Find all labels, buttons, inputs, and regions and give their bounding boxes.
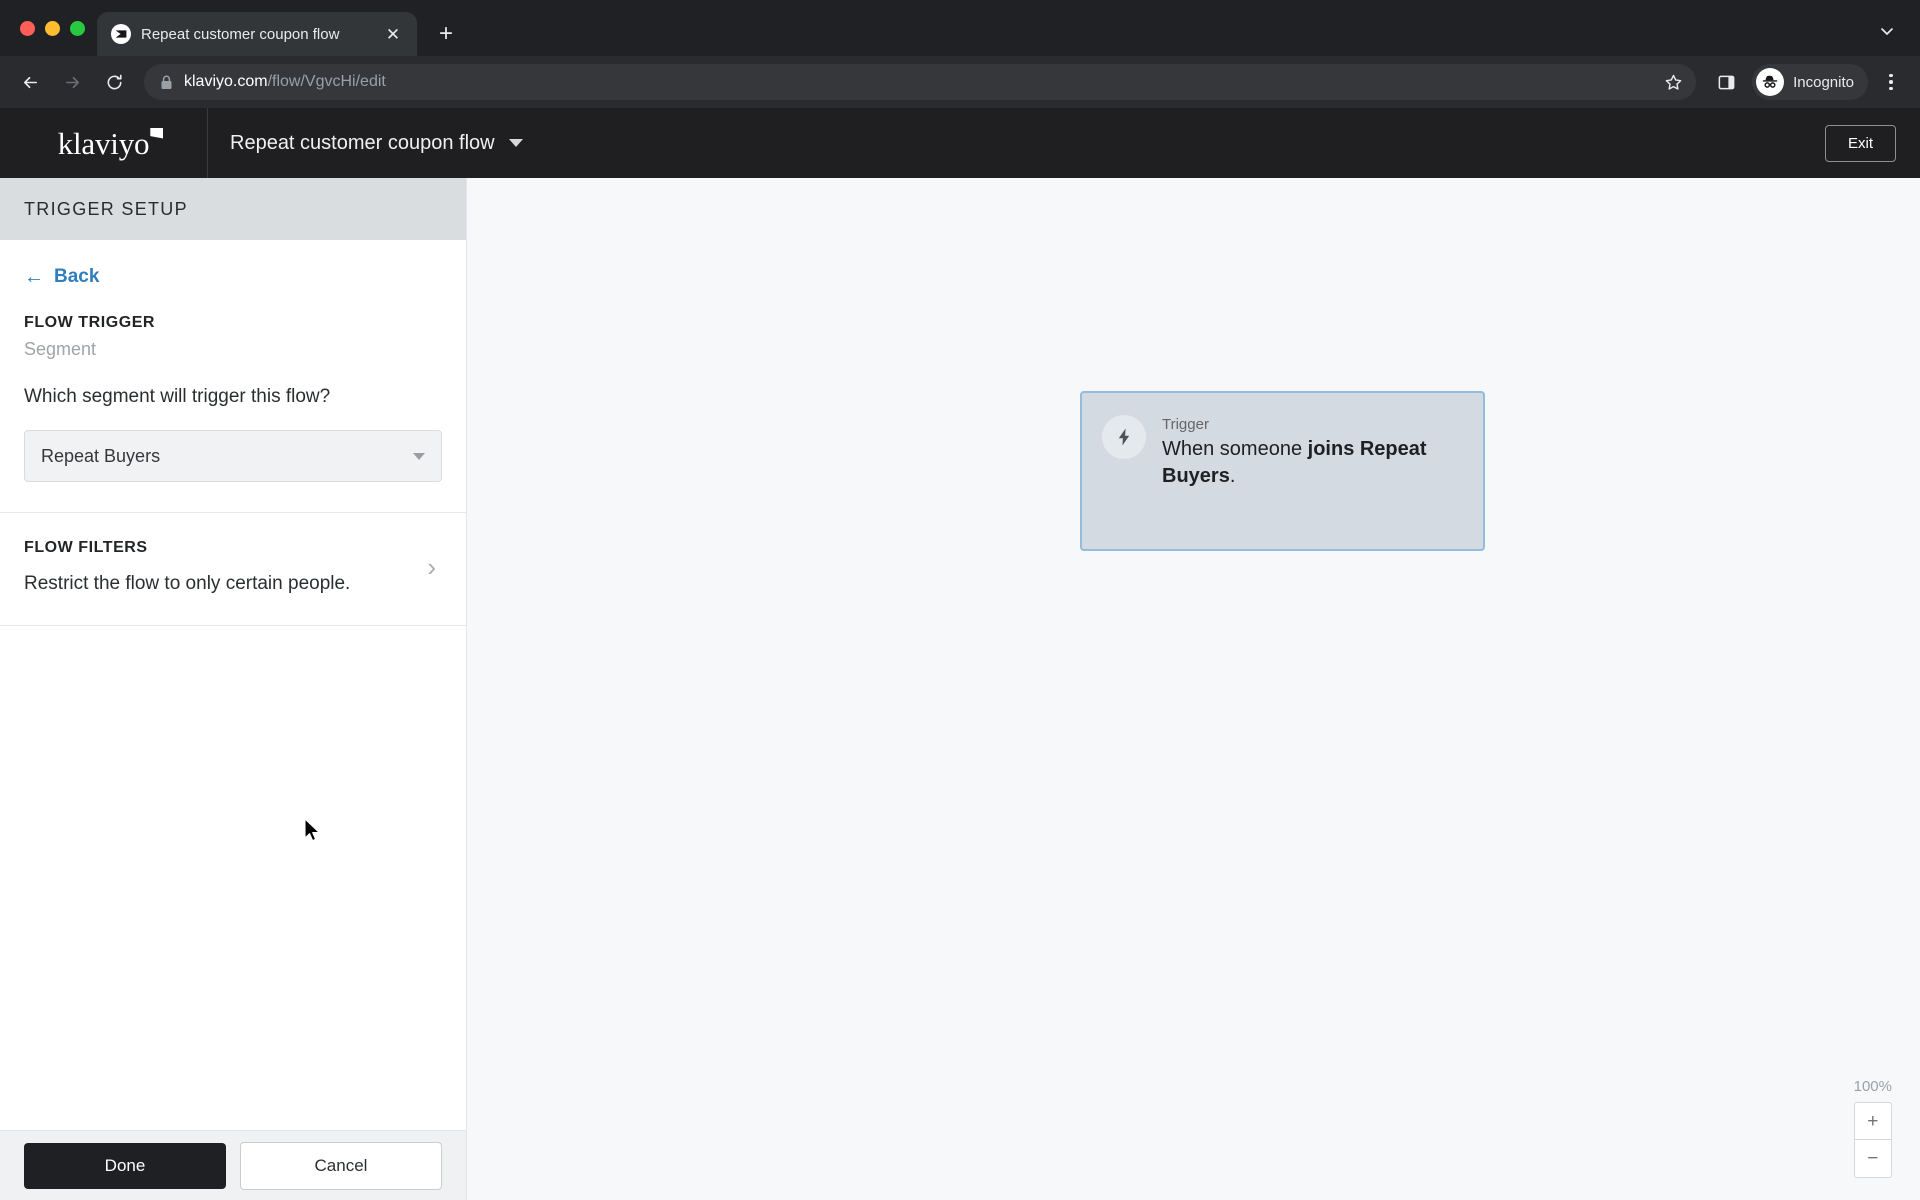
flow-filters-text: FLOW FILTERS Restrict the flow to only c… bbox=[24, 539, 427, 595]
klaviyo-logo[interactable]: klaviyo bbox=[0, 108, 208, 178]
flow-canvas[interactable]: Trigger When someone joins Repeat Buyers… bbox=[467, 178, 1920, 1200]
side-panel-icon[interactable] bbox=[1708, 64, 1744, 100]
zoom-out-button[interactable]: − bbox=[1853, 1140, 1892, 1178]
flow-trigger-section: ← Back FLOW TRIGGER Segment Which segmen… bbox=[0, 240, 466, 513]
trigger-card-sentence: When someone joins Repeat Buyers. bbox=[1162, 436, 1437, 490]
app-header-actions: Exit bbox=[1824, 108, 1920, 178]
trigger-sentence-suffix: . bbox=[1229, 465, 1236, 487]
page-content: klaviyo Repeat customer coupon flow Exit… bbox=[0, 108, 1920, 1200]
incognito-icon bbox=[1756, 68, 1785, 96]
cancel-button[interactable]: Cancel bbox=[240, 1141, 442, 1190]
zoom-in-button[interactable]: + bbox=[1853, 1102, 1892, 1140]
zoom-controls: 100% + − bbox=[1854, 1078, 1892, 1178]
browser-toolbar: klaviyo.com/flow/VgvcHi/edit Incognito bbox=[0, 56, 1920, 108]
trigger-sentence-prefix: When someone bbox=[1162, 438, 1308, 460]
arrow-left-icon: ← bbox=[24, 266, 44, 288]
klaviyo-wordmark: klaviyo bbox=[57, 125, 150, 161]
chevron-down-icon bbox=[508, 139, 523, 147]
zoom-level-label: 100% bbox=[1853, 1078, 1892, 1095]
trigger-card-kicker: Trigger bbox=[1162, 416, 1209, 433]
klaviyo-flag-icon bbox=[150, 127, 164, 139]
tab-strip-actions bbox=[1870, 14, 1904, 48]
flow-name-label: Repeat customer coupon flow bbox=[230, 131, 495, 154]
flow-filters-heading: FLOW FILTERS bbox=[24, 539, 148, 556]
chevron-right-icon: › bbox=[427, 552, 436, 582]
close-tab-button[interactable]: ✕ bbox=[381, 22, 405, 46]
browser-tab[interactable]: Repeat customer coupon flow ✕ bbox=[97, 12, 417, 56]
segment-select[interactable]: Repeat Buyers bbox=[24, 430, 442, 482]
flow-trigger-heading: FLOW TRIGGER bbox=[24, 314, 156, 331]
profile-incognito-button[interactable]: Incognito bbox=[1752, 64, 1868, 100]
url-path: /flow/VgvcHi/edit bbox=[267, 73, 386, 90]
trigger-setup-sidebar: TRIGGER SETUP ← Back FLOW TRIGGER Segmen… bbox=[0, 178, 467, 1200]
lightning-bolt-icon bbox=[1102, 415, 1146, 459]
kebab-menu-icon[interactable] bbox=[1874, 65, 1908, 99]
tab-strip: Repeat customer coupon flow ✕ + bbox=[0, 0, 1920, 56]
done-button[interactable]: Done bbox=[24, 1142, 226, 1189]
sidebar-footer: Done Cancel bbox=[0, 1130, 466, 1200]
browser-window: Repeat customer coupon flow ✕ + klaviyo.… bbox=[0, 0, 1920, 1200]
close-window-button[interactable] bbox=[20, 20, 35, 36]
flow-name-selector[interactable]: Repeat customer coupon flow bbox=[208, 108, 523, 178]
address-bar[interactable]: klaviyo.com/flow/VgvcHi/edit bbox=[144, 64, 1697, 100]
window-controls bbox=[14, 0, 97, 56]
trigger-card[interactable]: Trigger When someone joins Repeat Buyers… bbox=[1080, 391, 1485, 551]
new-tab-button[interactable]: + bbox=[429, 17, 463, 51]
segment-select-value: Repeat Buyers bbox=[41, 445, 161, 466]
back-link[interactable]: ← Back bbox=[24, 266, 99, 288]
sidebar-header: TRIGGER SETUP bbox=[0, 178, 466, 240]
workspace: TRIGGER SETUP ← Back FLOW TRIGGER Segmen… bbox=[0, 178, 1920, 1200]
chevron-down-icon bbox=[413, 452, 425, 460]
back-link-label: Back bbox=[54, 266, 100, 287]
incognito-label: Incognito bbox=[1793, 73, 1854, 91]
forward-button[interactable] bbox=[54, 64, 90, 100]
segment-question: Which segment will trigger this flow? bbox=[24, 386, 331, 407]
url-domain: klaviyo.com bbox=[184, 73, 268, 90]
flow-filters-section[interactable]: FLOW FILTERS Restrict the flow to only c… bbox=[0, 513, 466, 626]
sidebar-body: ← Back FLOW TRIGGER Segment Which segmen… bbox=[0, 240, 466, 1130]
klaviyo-favicon bbox=[111, 24, 131, 44]
reload-button[interactable] bbox=[96, 64, 132, 100]
trigger-card-body: Trigger When someone joins Repeat Buyers… bbox=[1162, 415, 1437, 549]
star-icon[interactable] bbox=[1660, 69, 1686, 95]
flow-trigger-type: Segment bbox=[24, 339, 97, 359]
flow-filters-description: Restrict the flow to only certain people… bbox=[24, 573, 351, 594]
address-bar-url: klaviyo.com/flow/VgvcHi/edit bbox=[184, 73, 1650, 91]
minimize-window-button[interactable] bbox=[45, 20, 60, 36]
app-header: klaviyo Repeat customer coupon flow Exit bbox=[0, 108, 1920, 178]
maximize-window-button[interactable] bbox=[70, 20, 85, 36]
back-button[interactable] bbox=[12, 64, 48, 100]
chevron-down-icon[interactable] bbox=[1870, 14, 1904, 48]
sidebar-header-title: TRIGGER SETUP bbox=[24, 198, 188, 219]
tab-title: Repeat customer coupon flow bbox=[141, 25, 340, 43]
exit-button[interactable]: Exit bbox=[1824, 124, 1896, 162]
lock-icon bbox=[160, 75, 174, 90]
